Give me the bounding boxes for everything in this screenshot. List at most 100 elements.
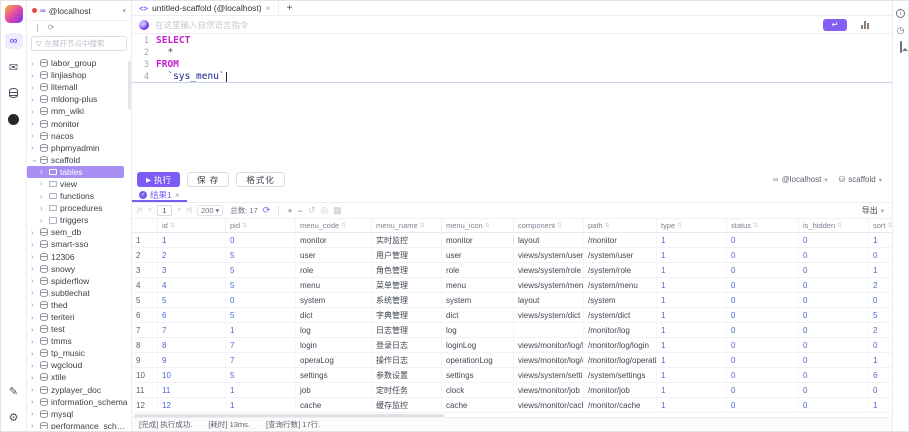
- cell-menu_code[interactable]: menu: [296, 278, 372, 292]
- export-dropdown[interactable]: 导出 ▾: [862, 205, 887, 216]
- code-line[interactable]: 3FROM: [132, 59, 892, 71]
- cell-path[interactable]: /system/dict: [584, 308, 657, 322]
- sort-icon[interactable]: ⇅: [485, 222, 490, 229]
- cell-status[interactable]: 0: [727, 233, 799, 247]
- cell-is_hidden[interactable]: 0: [799, 338, 869, 352]
- cell-type[interactable]: 1: [657, 248, 727, 262]
- github-icon[interactable]: [5, 111, 23, 127]
- connections-link-icon[interactable]: ∞: [5, 33, 23, 49]
- sort-icon[interactable]: ⇅: [837, 222, 842, 229]
- cell-sort[interactable]: 0: [869, 383, 892, 397]
- cell-pid[interactable]: 1: [226, 383, 296, 397]
- cell-component[interactable]: views/system/dict: [514, 308, 584, 322]
- cell-path[interactable]: /monitor: [584, 233, 657, 247]
- cell-id[interactable]: 7: [158, 323, 226, 337]
- cell-path[interactable]: /system: [584, 293, 657, 307]
- cell-status[interactable]: 0: [727, 338, 799, 352]
- chevron-right-icon[interactable]: ›: [31, 409, 37, 418]
- cell-path[interactable]: /monitor/cache: [584, 398, 657, 412]
- tree-item-xtile[interactable]: ›xtile: [27, 371, 128, 383]
- cell-is_hidden[interactable]: 0: [799, 248, 869, 262]
- page-size-select[interactable]: 200 ▾: [197, 205, 223, 216]
- chart-icon[interactable]: [861, 20, 869, 29]
- cell-path[interactable]: /monitor/log/operation: [584, 353, 657, 367]
- row-number[interactable]: 12: [132, 398, 158, 412]
- cell-menu_code[interactable]: log: [296, 323, 372, 337]
- header-cell-type[interactable]: type⇅: [657, 219, 727, 232]
- cell-sort[interactable]: 1: [869, 353, 892, 367]
- tree-item-phpmyadmin[interactable]: ›phpmyadmin: [27, 142, 128, 154]
- cell-menu_icon[interactable]: menu: [442, 278, 514, 292]
- row-number[interactable]: 11: [132, 383, 158, 397]
- code-line[interactable]: 4 `sys_menu`: [132, 71, 892, 83]
- cell-type[interactable]: 1: [657, 233, 727, 247]
- header-cell-menu_code[interactable]: menu_code⇅: [296, 219, 372, 232]
- cell-sort[interactable]: 0: [869, 248, 892, 262]
- cell-type[interactable]: 1: [657, 353, 727, 367]
- cell-menu_name[interactable]: 日志管理: [372, 323, 442, 337]
- undo-icon[interactable]: ↺: [308, 205, 316, 216]
- header-cell-is_hidden[interactable]: is_hidden⇅: [799, 219, 869, 232]
- row-number[interactable]: 2: [132, 248, 158, 262]
- tree-item-sem_db[interactable]: ›sem_db: [27, 226, 128, 238]
- header-cell-component[interactable]: component⇅: [514, 219, 584, 232]
- tree-item-test[interactable]: ›test: [27, 323, 128, 335]
- cell-path[interactable]: /monitor/log/login: [584, 338, 657, 352]
- cell-component[interactable]: views/monitor/log/login: [514, 338, 584, 352]
- cell-menu_code[interactable]: role: [296, 263, 372, 277]
- cell-pid[interactable]: 5: [226, 248, 296, 262]
- cell-pid[interactable]: 5: [226, 368, 296, 382]
- tree-item-performance_schema[interactable]: ›performance_schema: [27, 420, 128, 429]
- tree-item-12306[interactable]: ›12306: [27, 251, 128, 263]
- header-cell-pid[interactable]: pid⇅: [226, 219, 296, 232]
- cell-id[interactable]: 11: [158, 383, 226, 397]
- cell-pid[interactable]: 5: [226, 278, 296, 292]
- close-icon[interactable]: ×: [266, 3, 271, 13]
- mail-icon[interactable]: ✉: [5, 59, 23, 75]
- cell-id[interactable]: 2: [158, 248, 226, 262]
- code-line[interactable]: 2 *: [132, 47, 892, 59]
- cell-menu_code[interactable]: login: [296, 338, 372, 352]
- tree-item-labor_group[interactable]: ›labor_group: [27, 57, 128, 69]
- tree-item-zyplayer_doc[interactable]: ›zyplayer_doc: [27, 384, 128, 396]
- cell-menu_code[interactable]: monitor: [296, 233, 372, 247]
- cell-menu_name[interactable]: 角色管理: [372, 263, 442, 277]
- cell-menu_name[interactable]: 操作日志: [372, 353, 442, 367]
- chevron-right-icon[interactable]: ›: [31, 240, 37, 249]
- submit-changes-icon[interactable]: ▦: [333, 205, 342, 216]
- cell-menu_icon[interactable]: clock: [442, 383, 514, 397]
- connection-select[interactable]: ∞ @localhost ▾: [773, 175, 828, 184]
- sort-icon[interactable]: ⇅: [753, 222, 758, 229]
- cell-path[interactable]: /system/settings: [584, 368, 657, 382]
- ai-submit-button[interactable]: ↵: [823, 19, 847, 31]
- tree-item-mysql[interactable]: ›mysql: [27, 408, 128, 420]
- cell-is_hidden[interactable]: 0: [799, 368, 869, 382]
- chevron-right-icon[interactable]: ›: [31, 59, 37, 68]
- chevron-right-icon[interactable]: ›: [31, 337, 37, 346]
- cell-menu_icon[interactable]: role: [442, 263, 514, 277]
- tree-item-wgcloud[interactable]: ›wgcloud: [27, 359, 128, 371]
- tree-item-view[interactable]: ›view: [27, 178, 128, 190]
- sort-icon[interactable]: ⇅: [420, 222, 425, 229]
- cell-sort[interactable]: 0: [869, 293, 892, 307]
- cell-status[interactable]: 0: [727, 263, 799, 277]
- add-row-icon[interactable]: +: [287, 206, 292, 216]
- tree-item-thed[interactable]: ›thed: [27, 299, 128, 311]
- sort-icon[interactable]: ⇅: [605, 222, 610, 229]
- cell-pid[interactable]: 0: [226, 233, 296, 247]
- ai-input-bar[interactable]: 在这里输入自然语言指令 ↵: [132, 16, 892, 34]
- chevron-right-icon[interactable]: ›: [31, 264, 37, 273]
- tree-item-teriteri[interactable]: ›teriteri: [27, 311, 128, 323]
- chevron-right-icon[interactable]: ›: [31, 131, 37, 140]
- chevron-right-icon[interactable]: ›: [31, 119, 37, 128]
- cell-type[interactable]: 1: [657, 323, 727, 337]
- row-number[interactable]: 9: [132, 353, 158, 367]
- tree-item-litemall[interactable]: ›litemall: [27, 81, 128, 93]
- first-page-button[interactable]: |<: [137, 207, 143, 214]
- tree-item-tables[interactable]: ›tables: [27, 166, 124, 178]
- cell-status[interactable]: 0: [727, 323, 799, 337]
- tree-item-monitor[interactable]: ›monitor: [27, 117, 128, 129]
- header-cell-menu_icon[interactable]: menu_icon⇅: [442, 219, 514, 232]
- cell-type[interactable]: 1: [657, 278, 727, 292]
- cell-pid[interactable]: 7: [226, 338, 296, 352]
